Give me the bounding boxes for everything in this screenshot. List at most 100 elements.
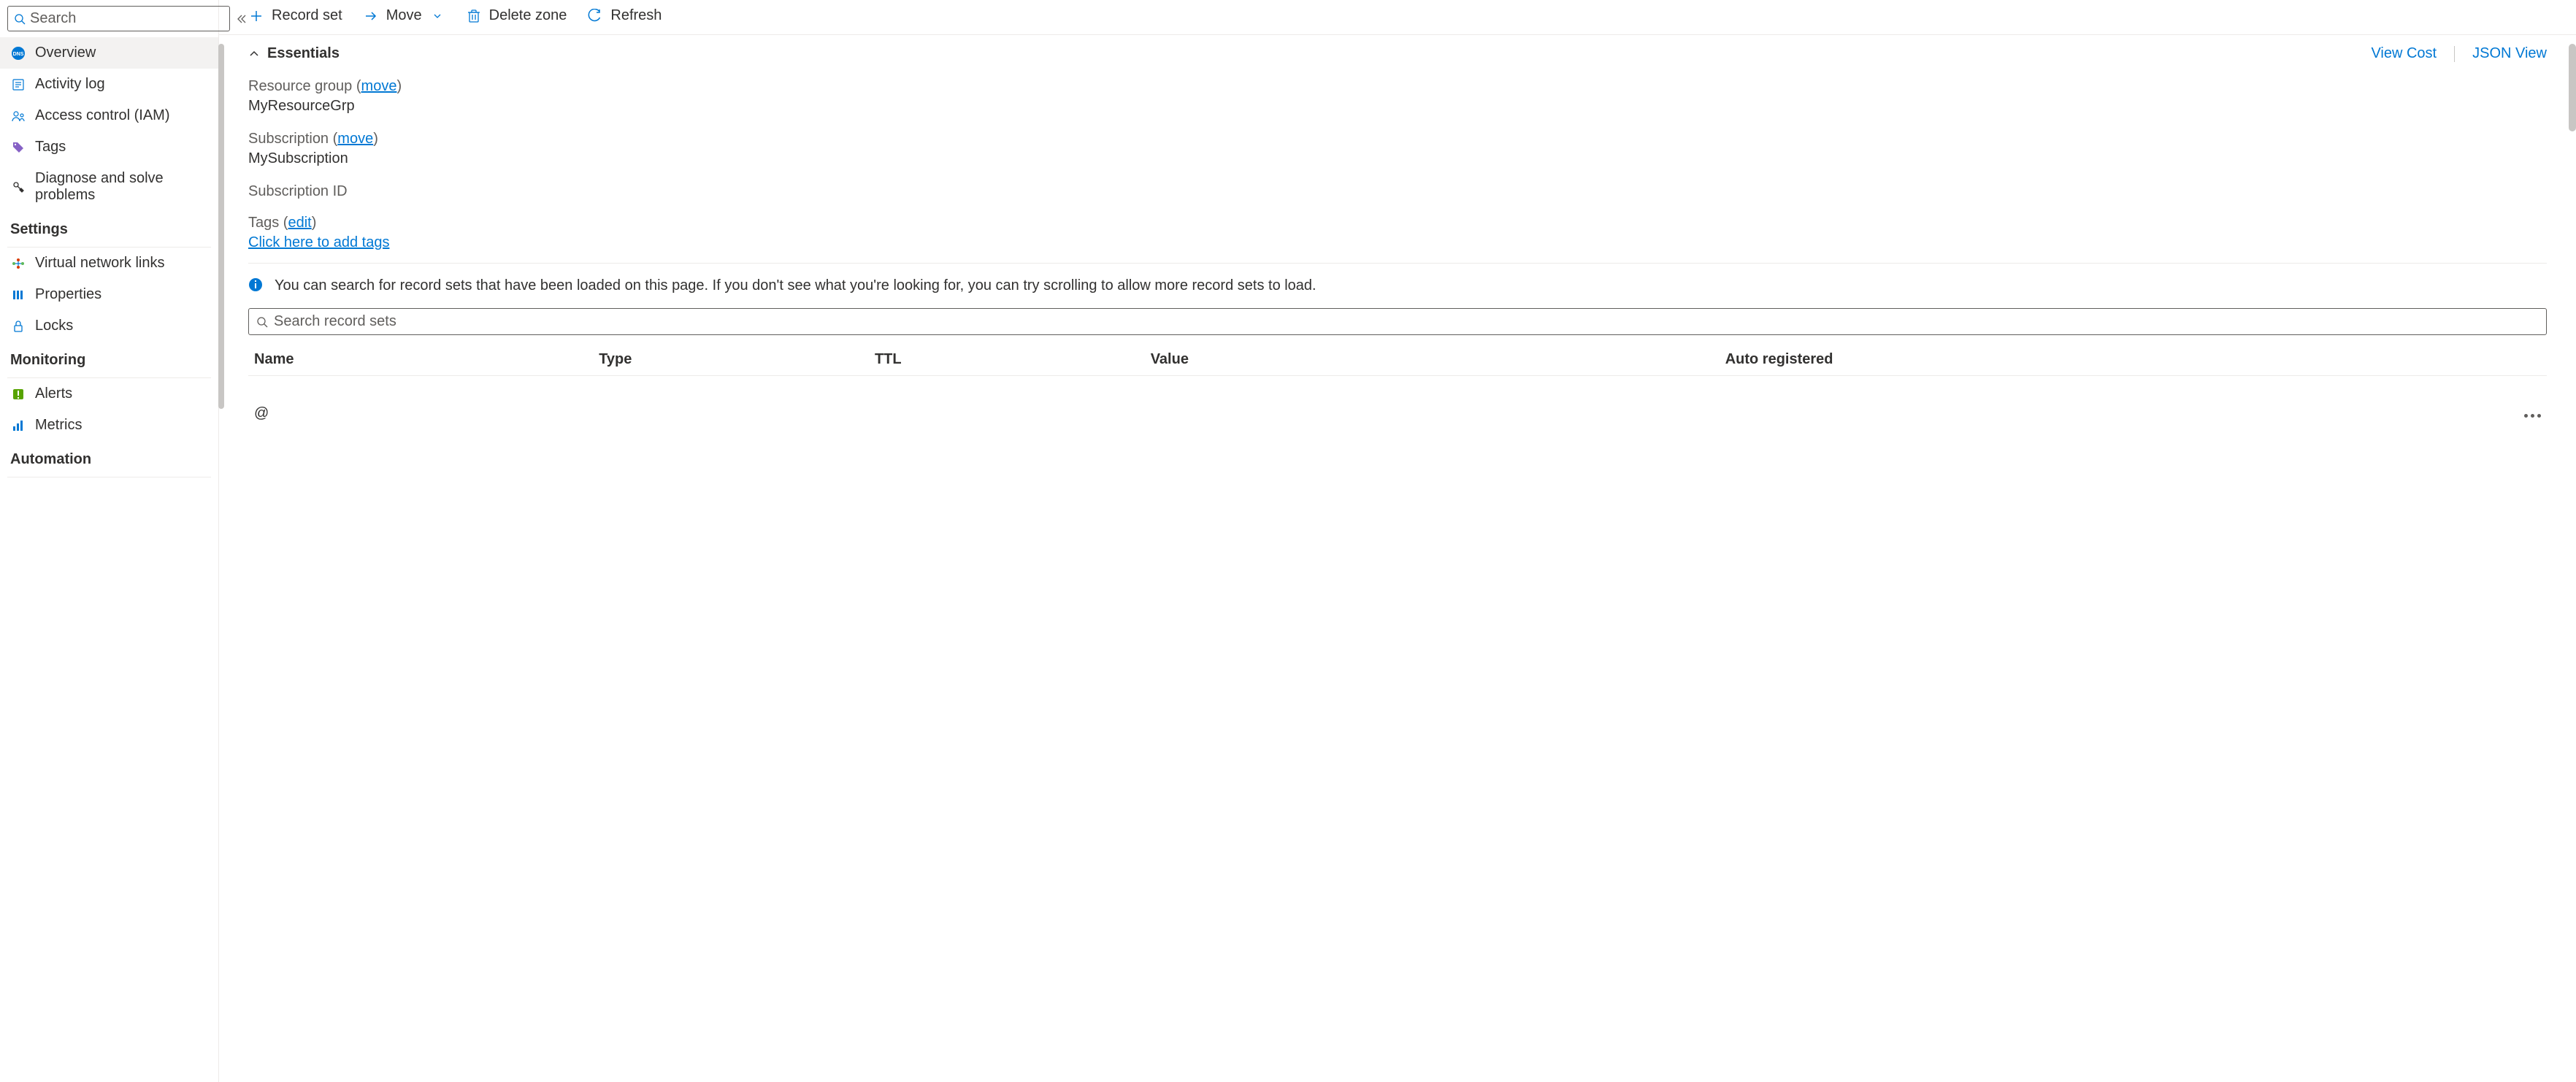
svg-text:DNS: DNS xyxy=(13,52,24,57)
sidebar-item-vnet-links[interactable]: Virtual network links xyxy=(0,248,218,279)
records-table: Name Type TTL Value Auto registered @ xyxy=(248,344,2547,429)
json-view-link[interactable]: JSON View xyxy=(2472,45,2547,62)
essentials-toggle[interactable]: Essentials xyxy=(248,45,340,62)
row-more-button[interactable] xyxy=(2524,414,2541,418)
sidebar-item-label: Access control (IAM) xyxy=(35,107,169,124)
sidebar-item-metrics[interactable]: Metrics xyxy=(0,410,218,441)
kv-resource-group: Resource group (move) MyResourceGrp xyxy=(248,78,2547,115)
table-row[interactable]: @ xyxy=(248,376,2547,430)
kv-label: Subscription ID xyxy=(248,183,2547,200)
main: Essentials View Cost JSON View Resource … xyxy=(219,35,2576,458)
divider xyxy=(2454,46,2455,62)
toolbar-label: Move xyxy=(386,7,422,24)
toolbar-label: Record set xyxy=(272,7,342,24)
refresh-icon xyxy=(587,8,603,24)
section-automation-title: Automation xyxy=(0,441,218,474)
cell-auto-registered xyxy=(1720,376,2478,430)
tags-edit-link[interactable]: edit xyxy=(288,215,311,231)
essentials-links: View Cost JSON View xyxy=(2371,45,2547,62)
search-icon xyxy=(256,316,268,328)
search-icon xyxy=(14,13,26,25)
view-cost-link[interactable]: View Cost xyxy=(2371,45,2437,62)
info-row: You can search for record sets that have… xyxy=(248,275,2547,296)
sidebar-item-alerts[interactable]: Alerts xyxy=(0,378,218,410)
table-header-row: Name Type TTL Value Auto registered xyxy=(248,344,2547,376)
cell-type xyxy=(593,376,869,430)
subscription-move-link[interactable]: move xyxy=(337,131,373,147)
cell-value xyxy=(1145,376,1720,430)
content: Record set Move Delete zone Refresh xyxy=(219,0,2576,1082)
properties-icon xyxy=(10,287,26,303)
sidebar-item-label: Properties xyxy=(35,286,101,303)
vnet-icon xyxy=(10,256,26,272)
kv-subscription: Subscription (move) MySubscription xyxy=(248,131,2547,167)
record-search-input[interactable] xyxy=(274,313,2539,330)
record-set-button[interactable]: Record set xyxy=(248,7,342,24)
sidebar-item-label: Metrics xyxy=(35,417,82,434)
toolbar-label: Delete zone xyxy=(489,7,567,24)
col-auto-registered[interactable]: Auto registered xyxy=(1720,344,2478,376)
toolbar: Record set Move Delete zone Refresh xyxy=(219,0,2576,35)
section-settings-title: Settings xyxy=(0,211,218,244)
sidebar-search-input[interactable] xyxy=(30,10,223,27)
sidebar-search[interactable] xyxy=(7,6,230,31)
record-search[interactable] xyxy=(248,308,2547,335)
tags-icon xyxy=(10,139,26,156)
kv-subscription-id: Subscription ID xyxy=(248,183,2547,200)
sidebar-item-label: Diagnose and solve problems xyxy=(35,170,208,204)
col-name[interactable]: Name xyxy=(248,344,593,376)
move-button[interactable]: Move xyxy=(363,7,445,24)
kv-label: Subscription (move) xyxy=(248,131,2547,147)
sidebar-item-tags[interactable]: Tags xyxy=(0,131,218,163)
kv-label-text: Resource group xyxy=(248,78,352,94)
cell-ttl xyxy=(869,376,1145,430)
col-value[interactable]: Value xyxy=(1145,344,1720,376)
essentials-header: Essentials View Cost JSON View xyxy=(248,45,2547,62)
sidebar-header xyxy=(0,0,218,37)
chevron-up-icon xyxy=(248,48,260,60)
col-type[interactable]: Type xyxy=(593,344,869,376)
sidebar: DNS Overview Activity log Access control… xyxy=(0,0,219,1082)
trash-icon xyxy=(466,8,482,24)
metrics-icon xyxy=(10,418,26,434)
plus-icon xyxy=(248,8,264,24)
info-icon xyxy=(248,277,264,293)
sidebar-nav: DNS Overview Activity log Access control… xyxy=(0,37,218,1082)
toolbar-label: Refresh xyxy=(610,7,662,24)
sidebar-item-label: Overview xyxy=(35,45,96,61)
sidebar-item-overview[interactable]: DNS Overview xyxy=(0,37,218,69)
sidebar-item-access-control[interactable]: Access control (IAM) xyxy=(0,100,218,131)
refresh-button[interactable]: Refresh xyxy=(587,7,662,24)
sidebar-item-label: Tags xyxy=(35,139,66,156)
resource-group-move-link[interactable]: move xyxy=(361,78,397,94)
col-ttl[interactable]: TTL xyxy=(869,344,1145,376)
kv-value: MyResourceGrp xyxy=(248,98,2547,115)
log-icon xyxy=(10,77,26,93)
kv-value: MySubscription xyxy=(248,150,2547,167)
lock-icon xyxy=(10,318,26,334)
essentials-title-label: Essentials xyxy=(267,45,340,62)
sidebar-item-label: Alerts xyxy=(35,385,72,402)
kv-tags: Tags (edit) Click here to add tags xyxy=(248,215,2547,251)
sidebar-item-diagnose[interactable]: Diagnose and solve problems xyxy=(0,163,218,211)
arrow-right-icon xyxy=(363,8,379,24)
divider xyxy=(248,263,2547,264)
kv-label: Resource group (move) xyxy=(248,78,2547,95)
info-text: You can search for record sets that have… xyxy=(275,275,1316,296)
sidebar-item-label: Virtual network links xyxy=(35,255,164,272)
kv-label-text: Subscription xyxy=(248,131,329,147)
tags-add-link[interactable]: Click here to add tags xyxy=(248,234,389,251)
content-scrollbar[interactable] xyxy=(2569,44,2576,131)
tags-label-text: Tags xyxy=(248,215,279,231)
sidebar-item-locks[interactable]: Locks xyxy=(0,310,218,342)
diagnose-icon xyxy=(10,179,26,195)
section-monitoring-title: Monitoring xyxy=(0,342,218,375)
delete-zone-button[interactable]: Delete zone xyxy=(466,7,567,24)
alerts-icon xyxy=(10,386,26,402)
dns-icon: DNS xyxy=(10,45,26,61)
sidebar-item-label: Locks xyxy=(35,318,73,334)
sidebar-item-activity-log[interactable]: Activity log xyxy=(0,69,218,100)
tags-label: Tags (edit) xyxy=(248,215,2547,231)
sidebar-item-properties[interactable]: Properties xyxy=(0,279,218,310)
sidebar-item-label: Activity log xyxy=(35,76,105,93)
